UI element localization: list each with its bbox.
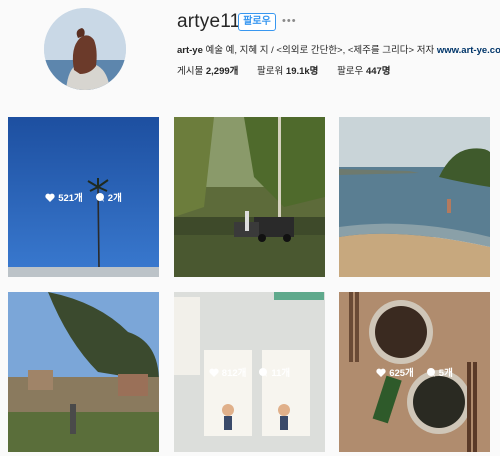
post-tile[interactable]	[8, 292, 159, 452]
heart-icon	[45, 193, 55, 202]
like-count: 625개	[376, 365, 414, 379]
stat-posts-value: 2,299개	[205, 66, 239, 77]
comment-icon	[259, 368, 268, 377]
bio-text: 예술 예, 지혜 지 / <의외로 간단한>, <제주를 그리다> 저자	[202, 45, 437, 56]
post-tile[interactable]: 521개 2개	[8, 117, 159, 277]
post-counts: 812개 11개	[174, 292, 325, 452]
stat-followers[interactable]: 팔로워 19.1k명	[257, 66, 318, 77]
stat-following[interactable]: 팔로우 447명	[337, 66, 390, 77]
comment-count-value: 2개	[107, 193, 122, 204]
stat-following-label: 팔로우	[337, 66, 364, 77]
comment-count: 5개	[426, 365, 453, 379]
comment-count-value: 11개	[271, 368, 291, 379]
stat-following-value: 447명	[365, 66, 391, 77]
profile-bio: art-ye 예술 예, 지혜 지 / <의외로 간단한>, <제주를 그리다>…	[177, 42, 500, 56]
post-counts: 521개 2개	[8, 117, 159, 277]
heart-icon	[209, 368, 219, 377]
comment-count-value: 5개	[438, 368, 453, 379]
more-dots-icon[interactable]: •••	[282, 13, 297, 29]
post-tile[interactable]: 625개 5개	[339, 292, 490, 452]
comment-count: 11개	[258, 365, 290, 379]
comment-icon	[95, 193, 104, 202]
like-count: 812개	[209, 365, 247, 379]
profile-stats: 게시물 2,299개 팔로워 19.1k명 팔로우 447명	[177, 63, 407, 77]
bio-link[interactable]: www.art-ye.com	[437, 45, 500, 56]
post-tile[interactable]	[339, 117, 490, 277]
profile-username: artye11	[177, 11, 241, 32]
like-count: 521개	[45, 190, 83, 204]
like-count-value: 625개	[389, 368, 414, 379]
follow-button[interactable]: 팔로우	[238, 13, 276, 31]
post-tile[interactable]	[174, 117, 325, 277]
stat-followers-value: 19.1k명	[285, 66, 319, 77]
profile-header: artye11 팔로우 ••• art-ye 예술 예, 지혜 지 / <의외로…	[0, 0, 500, 116]
comment-icon	[426, 368, 435, 377]
stat-posts-label: 게시물	[177, 66, 204, 77]
like-count-value: 521개	[58, 193, 83, 204]
like-count-value: 812개	[221, 368, 247, 379]
stat-posts: 게시물 2,299개	[177, 66, 238, 77]
bio-name: art-ye	[177, 45, 203, 56]
comment-count: 2개	[95, 190, 122, 204]
heart-icon	[376, 368, 386, 377]
post-counts: 625개 5개	[339, 292, 490, 452]
post-tile[interactable]: 812개 11개	[174, 292, 325, 452]
stat-followers-label: 팔로워	[257, 66, 284, 77]
avatar[interactable]	[44, 8, 126, 90]
